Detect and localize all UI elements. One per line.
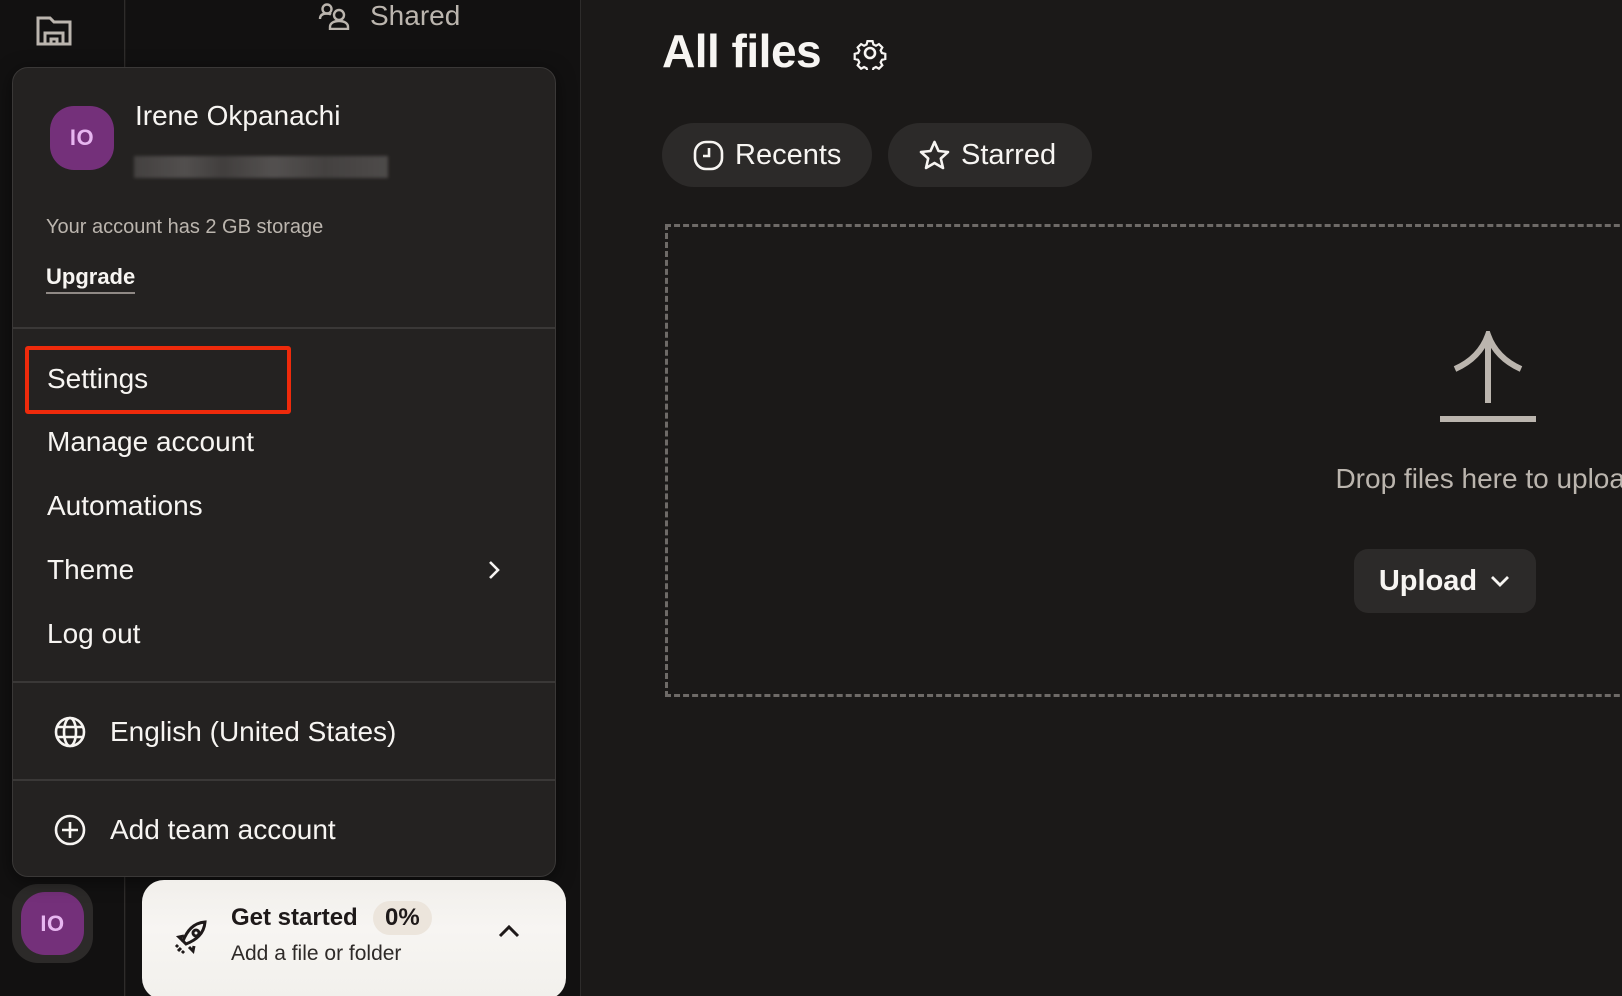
menu-item-log-out[interactable]: Log out bbox=[13, 604, 555, 664]
drop-files-text: Drop files here to upload bbox=[1335, 463, 1622, 494]
language-selector[interactable]: English (United States) bbox=[13, 692, 555, 772]
upload-label: Upload bbox=[1378, 564, 1478, 597]
chevron-down-icon bbox=[1491, 576, 1510, 587]
storage-text: Your account has 2 GB storage bbox=[46, 216, 324, 238]
menu-item-settings[interactable]: Settings bbox=[13, 349, 555, 409]
globe-icon bbox=[54, 716, 86, 748]
plus-circle-icon bbox=[54, 814, 86, 846]
menu-item-manage-account[interactable]: Manage account bbox=[13, 412, 555, 472]
clock-icon bbox=[693, 140, 724, 170]
menu-item-theme[interactable]: Theme bbox=[13, 540, 555, 600]
chevron-up-icon[interactable] bbox=[496, 920, 522, 942]
folder-icon[interactable] bbox=[36, 14, 72, 46]
get-started-title: Get started bbox=[231, 904, 358, 931]
main-content: All files Recents Starred Drop files her… bbox=[582, 0, 1622, 996]
divider bbox=[13, 327, 555, 329]
get-started-subtitle: Add a file or folder bbox=[231, 942, 402, 965]
add-team-account-button[interactable]: Add team account bbox=[13, 790, 555, 870]
avatar: IO bbox=[21, 892, 84, 955]
filter-starred[interactable]: Starred bbox=[888, 123, 1092, 187]
gear-icon[interactable] bbox=[853, 36, 887, 70]
get-started-card[interactable]: Get started 0% Add a file or folder bbox=[142, 880, 566, 996]
rocket-icon bbox=[174, 920, 207, 955]
account-menu: IO Irene Okpanachi Your account has 2 GB… bbox=[12, 67, 556, 877]
chevron-right-icon bbox=[489, 561, 500, 579]
divider bbox=[13, 779, 555, 781]
menu-item-label: Theme bbox=[47, 554, 135, 585]
filter-label: Starred bbox=[961, 138, 1057, 171]
sidebar-item-label: Shared bbox=[370, 0, 461, 31]
add-team-label: Add team account bbox=[110, 814, 336, 845]
avatar: IO bbox=[50, 106, 114, 170]
upgrade-link[interactable]: Upgrade bbox=[46, 264, 136, 294]
sidebar-item-shared[interactable]: Shared bbox=[318, 0, 460, 36]
filter-label: Recents bbox=[735, 138, 842, 171]
user-email-redacted bbox=[134, 156, 388, 178]
upload-button[interactable]: Upload bbox=[1354, 549, 1536, 613]
progress-badge: 0% bbox=[373, 901, 432, 935]
upload-dropzone[interactable]: Drop files here to upload Upload bbox=[665, 224, 1622, 697]
page-title: All files bbox=[662, 25, 822, 77]
upload-arrow-icon bbox=[1440, 331, 1536, 422]
people-icon bbox=[318, 3, 350, 30]
filter-recents[interactable]: Recents bbox=[662, 123, 872, 187]
language-label: English (United States) bbox=[110, 716, 397, 747]
account-menu-button[interactable]: IO bbox=[12, 884, 93, 963]
menu-item-automations[interactable]: Automations bbox=[13, 476, 555, 536]
divider bbox=[13, 681, 555, 683]
account-header: IO Irene Okpanachi Your account has 2 GB… bbox=[13, 68, 555, 328]
star-icon bbox=[919, 140, 950, 169]
user-name: Irene Okpanachi bbox=[135, 100, 341, 131]
